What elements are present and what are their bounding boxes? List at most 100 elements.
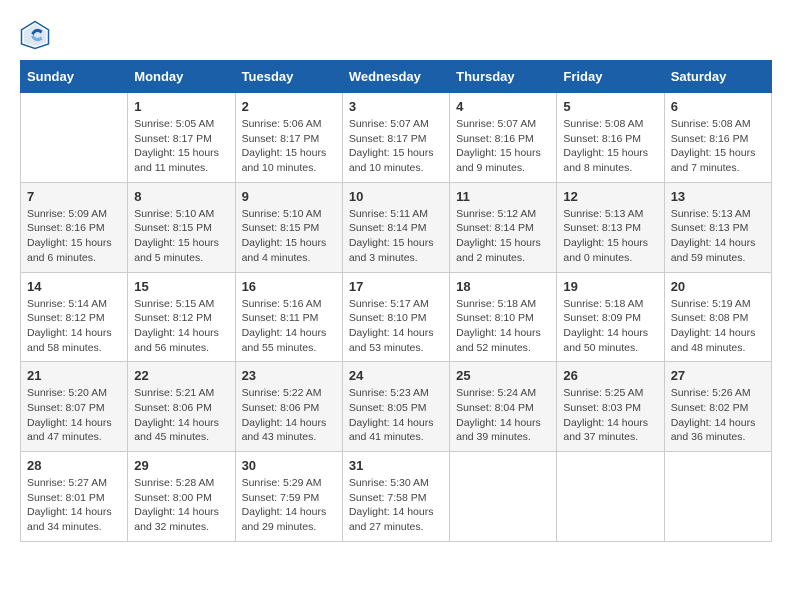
calendar-cell: 15 Sunrise: 5:15 AM Sunset: 8:12 PM Dayli… bbox=[128, 272, 235, 362]
calendar-cell: 29 Sunrise: 5:28 AM Sunset: 8:00 PM Dayli… bbox=[128, 452, 235, 542]
day-info: Sunrise: 5:14 AM Sunset: 8:12 PM Dayligh… bbox=[27, 297, 121, 356]
calendar-cell: 1 Sunrise: 5:05 AM Sunset: 8:17 PM Daylig… bbox=[128, 93, 235, 183]
day-number: 23 bbox=[242, 368, 336, 383]
calendar-table: Sunday Monday Tuesday Wednesday Thursday… bbox=[20, 60, 772, 542]
calendar-cell: 5 Sunrise: 5:08 AM Sunset: 8:16 PM Daylig… bbox=[557, 93, 664, 183]
day-number: 24 bbox=[349, 368, 443, 383]
day-info: Sunrise: 5:10 AM Sunset: 8:15 PM Dayligh… bbox=[134, 207, 228, 266]
day-number: 10 bbox=[349, 189, 443, 204]
day-info: Sunrise: 5:07 AM Sunset: 8:16 PM Dayligh… bbox=[456, 117, 550, 176]
day-info: Sunrise: 5:17 AM Sunset: 8:10 PM Dayligh… bbox=[349, 297, 443, 356]
day-number: 29 bbox=[134, 458, 228, 473]
day-number: 19 bbox=[563, 279, 657, 294]
day-info: Sunrise: 5:23 AM Sunset: 8:05 PM Dayligh… bbox=[349, 386, 443, 445]
calendar-cell: 7 Sunrise: 5:09 AM Sunset: 8:16 PM Daylig… bbox=[21, 182, 128, 272]
day-info: Sunrise: 5:16 AM Sunset: 8:11 PM Dayligh… bbox=[242, 297, 336, 356]
day-info: Sunrise: 5:20 AM Sunset: 8:07 PM Dayligh… bbox=[27, 386, 121, 445]
day-info: Sunrise: 5:18 AM Sunset: 8:09 PM Dayligh… bbox=[563, 297, 657, 356]
col-friday: Friday bbox=[557, 61, 664, 93]
day-info: Sunrise: 5:11 AM Sunset: 8:14 PM Dayligh… bbox=[349, 207, 443, 266]
calendar-cell: 17 Sunrise: 5:17 AM Sunset: 8:10 PM Dayli… bbox=[342, 272, 449, 362]
calendar-cell: 18 Sunrise: 5:18 AM Sunset: 8:10 PM Dayli… bbox=[450, 272, 557, 362]
day-number: 16 bbox=[242, 279, 336, 294]
day-number: 17 bbox=[349, 279, 443, 294]
day-number: 28 bbox=[27, 458, 121, 473]
day-number: 20 bbox=[671, 279, 765, 294]
calendar-cell: 25 Sunrise: 5:24 AM Sunset: 8:04 PM Dayli… bbox=[450, 362, 557, 452]
calendar-week-4: 21Sunrise: 5:20 AM Sunset: 8:07 PM Dayli… bbox=[21, 362, 772, 452]
day-number: 11 bbox=[456, 189, 550, 204]
calendar-week-3: 14 Sunrise: 5:14 AM Sunset: 8:12 PM Dayli… bbox=[21, 272, 772, 362]
day-number: 12 bbox=[563, 189, 657, 204]
calendar-cell: 6Sunrise: 5:08 AM Sunset: 8:16 PM Daylig… bbox=[664, 93, 771, 183]
day-info: Sunrise: 5:08 AM Sunset: 8:16 PM Dayligh… bbox=[563, 117, 657, 176]
calendar-cell: 26 Sunrise: 5:25 AM Sunset: 8:03 PM Dayli… bbox=[557, 362, 664, 452]
day-number: 15 bbox=[134, 279, 228, 294]
day-info: Sunrise: 5:15 AM Sunset: 8:12 PM Dayligh… bbox=[134, 297, 228, 356]
calendar-cell: 13 Sunrise: 5:13 AM Sunset: 8:13 PM Dayli… bbox=[664, 182, 771, 272]
day-info: Sunrise: 5:19 AM Sunset: 8:08 PM Dayligh… bbox=[671, 297, 765, 356]
calendar-header-row: Sunday Monday Tuesday Wednesday Thursday… bbox=[21, 61, 772, 93]
logo bbox=[20, 20, 54, 50]
col-tuesday: Tuesday bbox=[235, 61, 342, 93]
calendar-cell: 22 Sunrise: 5:21 AM Sunset: 8:06 PM Dayli… bbox=[128, 362, 235, 452]
day-info: Sunrise: 5:07 AM Sunset: 8:17 PM Dayligh… bbox=[349, 117, 443, 176]
day-number: 18 bbox=[456, 279, 550, 294]
calendar-cell: 12 Sunrise: 5:13 AM Sunset: 8:13 PM Dayli… bbox=[557, 182, 664, 272]
calendar-cell: 20 Sunrise: 5:19 AM Sunset: 8:08 PM Dayli… bbox=[664, 272, 771, 362]
day-number: 26 bbox=[563, 368, 657, 383]
day-number: 13 bbox=[671, 189, 765, 204]
day-number: 14 bbox=[27, 279, 121, 294]
calendar-cell: 31Sunrise: 5:30 AM Sunset: 7:58 PM Dayli… bbox=[342, 452, 449, 542]
day-number: 7 bbox=[27, 189, 121, 204]
day-number: 5 bbox=[563, 99, 657, 114]
calendar-cell: 21Sunrise: 5:20 AM Sunset: 8:07 PM Dayli… bbox=[21, 362, 128, 452]
day-info: Sunrise: 5:26 AM Sunset: 8:02 PM Dayligh… bbox=[671, 386, 765, 445]
col-thursday: Thursday bbox=[450, 61, 557, 93]
day-info: Sunrise: 5:10 AM Sunset: 8:15 PM Dayligh… bbox=[242, 207, 336, 266]
day-number: 25 bbox=[456, 368, 550, 383]
col-wednesday: Wednesday bbox=[342, 61, 449, 93]
day-number: 2 bbox=[242, 99, 336, 114]
calendar-cell: 23 Sunrise: 5:22 AM Sunset: 8:06 PM Dayli… bbox=[235, 362, 342, 452]
calendar-cell: 10 Sunrise: 5:11 AM Sunset: 8:14 PM Dayli… bbox=[342, 182, 449, 272]
day-info: Sunrise: 5:13 AM Sunset: 8:13 PM Dayligh… bbox=[671, 207, 765, 266]
day-number: 3 bbox=[349, 99, 443, 114]
day-info: Sunrise: 5:09 AM Sunset: 8:16 PM Dayligh… bbox=[27, 207, 121, 266]
calendar-week-1: 1 Sunrise: 5:05 AM Sunset: 8:17 PM Daylig… bbox=[21, 93, 772, 183]
day-number: 9 bbox=[242, 189, 336, 204]
day-number: 1 bbox=[134, 99, 228, 114]
day-info: Sunrise: 5:06 AM Sunset: 8:17 PM Dayligh… bbox=[242, 117, 336, 176]
calendar-cell: 30 Sunrise: 5:29 AM Sunset: 7:59 PM Dayli… bbox=[235, 452, 342, 542]
day-info: Sunrise: 5:12 AM Sunset: 8:14 PM Dayligh… bbox=[456, 207, 550, 266]
calendar-cell bbox=[21, 93, 128, 183]
calendar-cell: 11 Sunrise: 5:12 AM Sunset: 8:14 PM Dayli… bbox=[450, 182, 557, 272]
day-info: Sunrise: 5:25 AM Sunset: 8:03 PM Dayligh… bbox=[563, 386, 657, 445]
calendar-cell: 14 Sunrise: 5:14 AM Sunset: 8:12 PM Dayli… bbox=[21, 272, 128, 362]
calendar-cell: 9 Sunrise: 5:10 AM Sunset: 8:15 PM Daylig… bbox=[235, 182, 342, 272]
day-info: Sunrise: 5:24 AM Sunset: 8:04 PM Dayligh… bbox=[456, 386, 550, 445]
col-saturday: Saturday bbox=[664, 61, 771, 93]
day-number: 31 bbox=[349, 458, 443, 473]
page-header bbox=[20, 20, 772, 50]
day-number: 22 bbox=[134, 368, 228, 383]
logo-icon bbox=[20, 20, 50, 50]
day-info: Sunrise: 5:29 AM Sunset: 7:59 PM Dayligh… bbox=[242, 476, 336, 535]
day-info: Sunrise: 5:27 AM Sunset: 8:01 PM Dayligh… bbox=[27, 476, 121, 535]
day-number: 27 bbox=[671, 368, 765, 383]
calendar-cell: 19 Sunrise: 5:18 AM Sunset: 8:09 PM Dayli… bbox=[557, 272, 664, 362]
day-info: Sunrise: 5:18 AM Sunset: 8:10 PM Dayligh… bbox=[456, 297, 550, 356]
calendar-cell bbox=[450, 452, 557, 542]
col-sunday: Sunday bbox=[21, 61, 128, 93]
day-number: 4 bbox=[456, 99, 550, 114]
day-info: Sunrise: 5:13 AM Sunset: 8:13 PM Dayligh… bbox=[563, 207, 657, 266]
day-info: Sunrise: 5:22 AM Sunset: 8:06 PM Dayligh… bbox=[242, 386, 336, 445]
calendar-cell bbox=[664, 452, 771, 542]
calendar-cell: 27 Sunrise: 5:26 AM Sunset: 8:02 PM Dayli… bbox=[664, 362, 771, 452]
day-number: 8 bbox=[134, 189, 228, 204]
day-info: Sunrise: 5:28 AM Sunset: 8:00 PM Dayligh… bbox=[134, 476, 228, 535]
day-info: Sunrise: 5:21 AM Sunset: 8:06 PM Dayligh… bbox=[134, 386, 228, 445]
day-info: Sunrise: 5:05 AM Sunset: 8:17 PM Dayligh… bbox=[134, 117, 228, 176]
calendar-cell: 3 Sunrise: 5:07 AM Sunset: 8:17 PM Daylig… bbox=[342, 93, 449, 183]
day-number: 30 bbox=[242, 458, 336, 473]
